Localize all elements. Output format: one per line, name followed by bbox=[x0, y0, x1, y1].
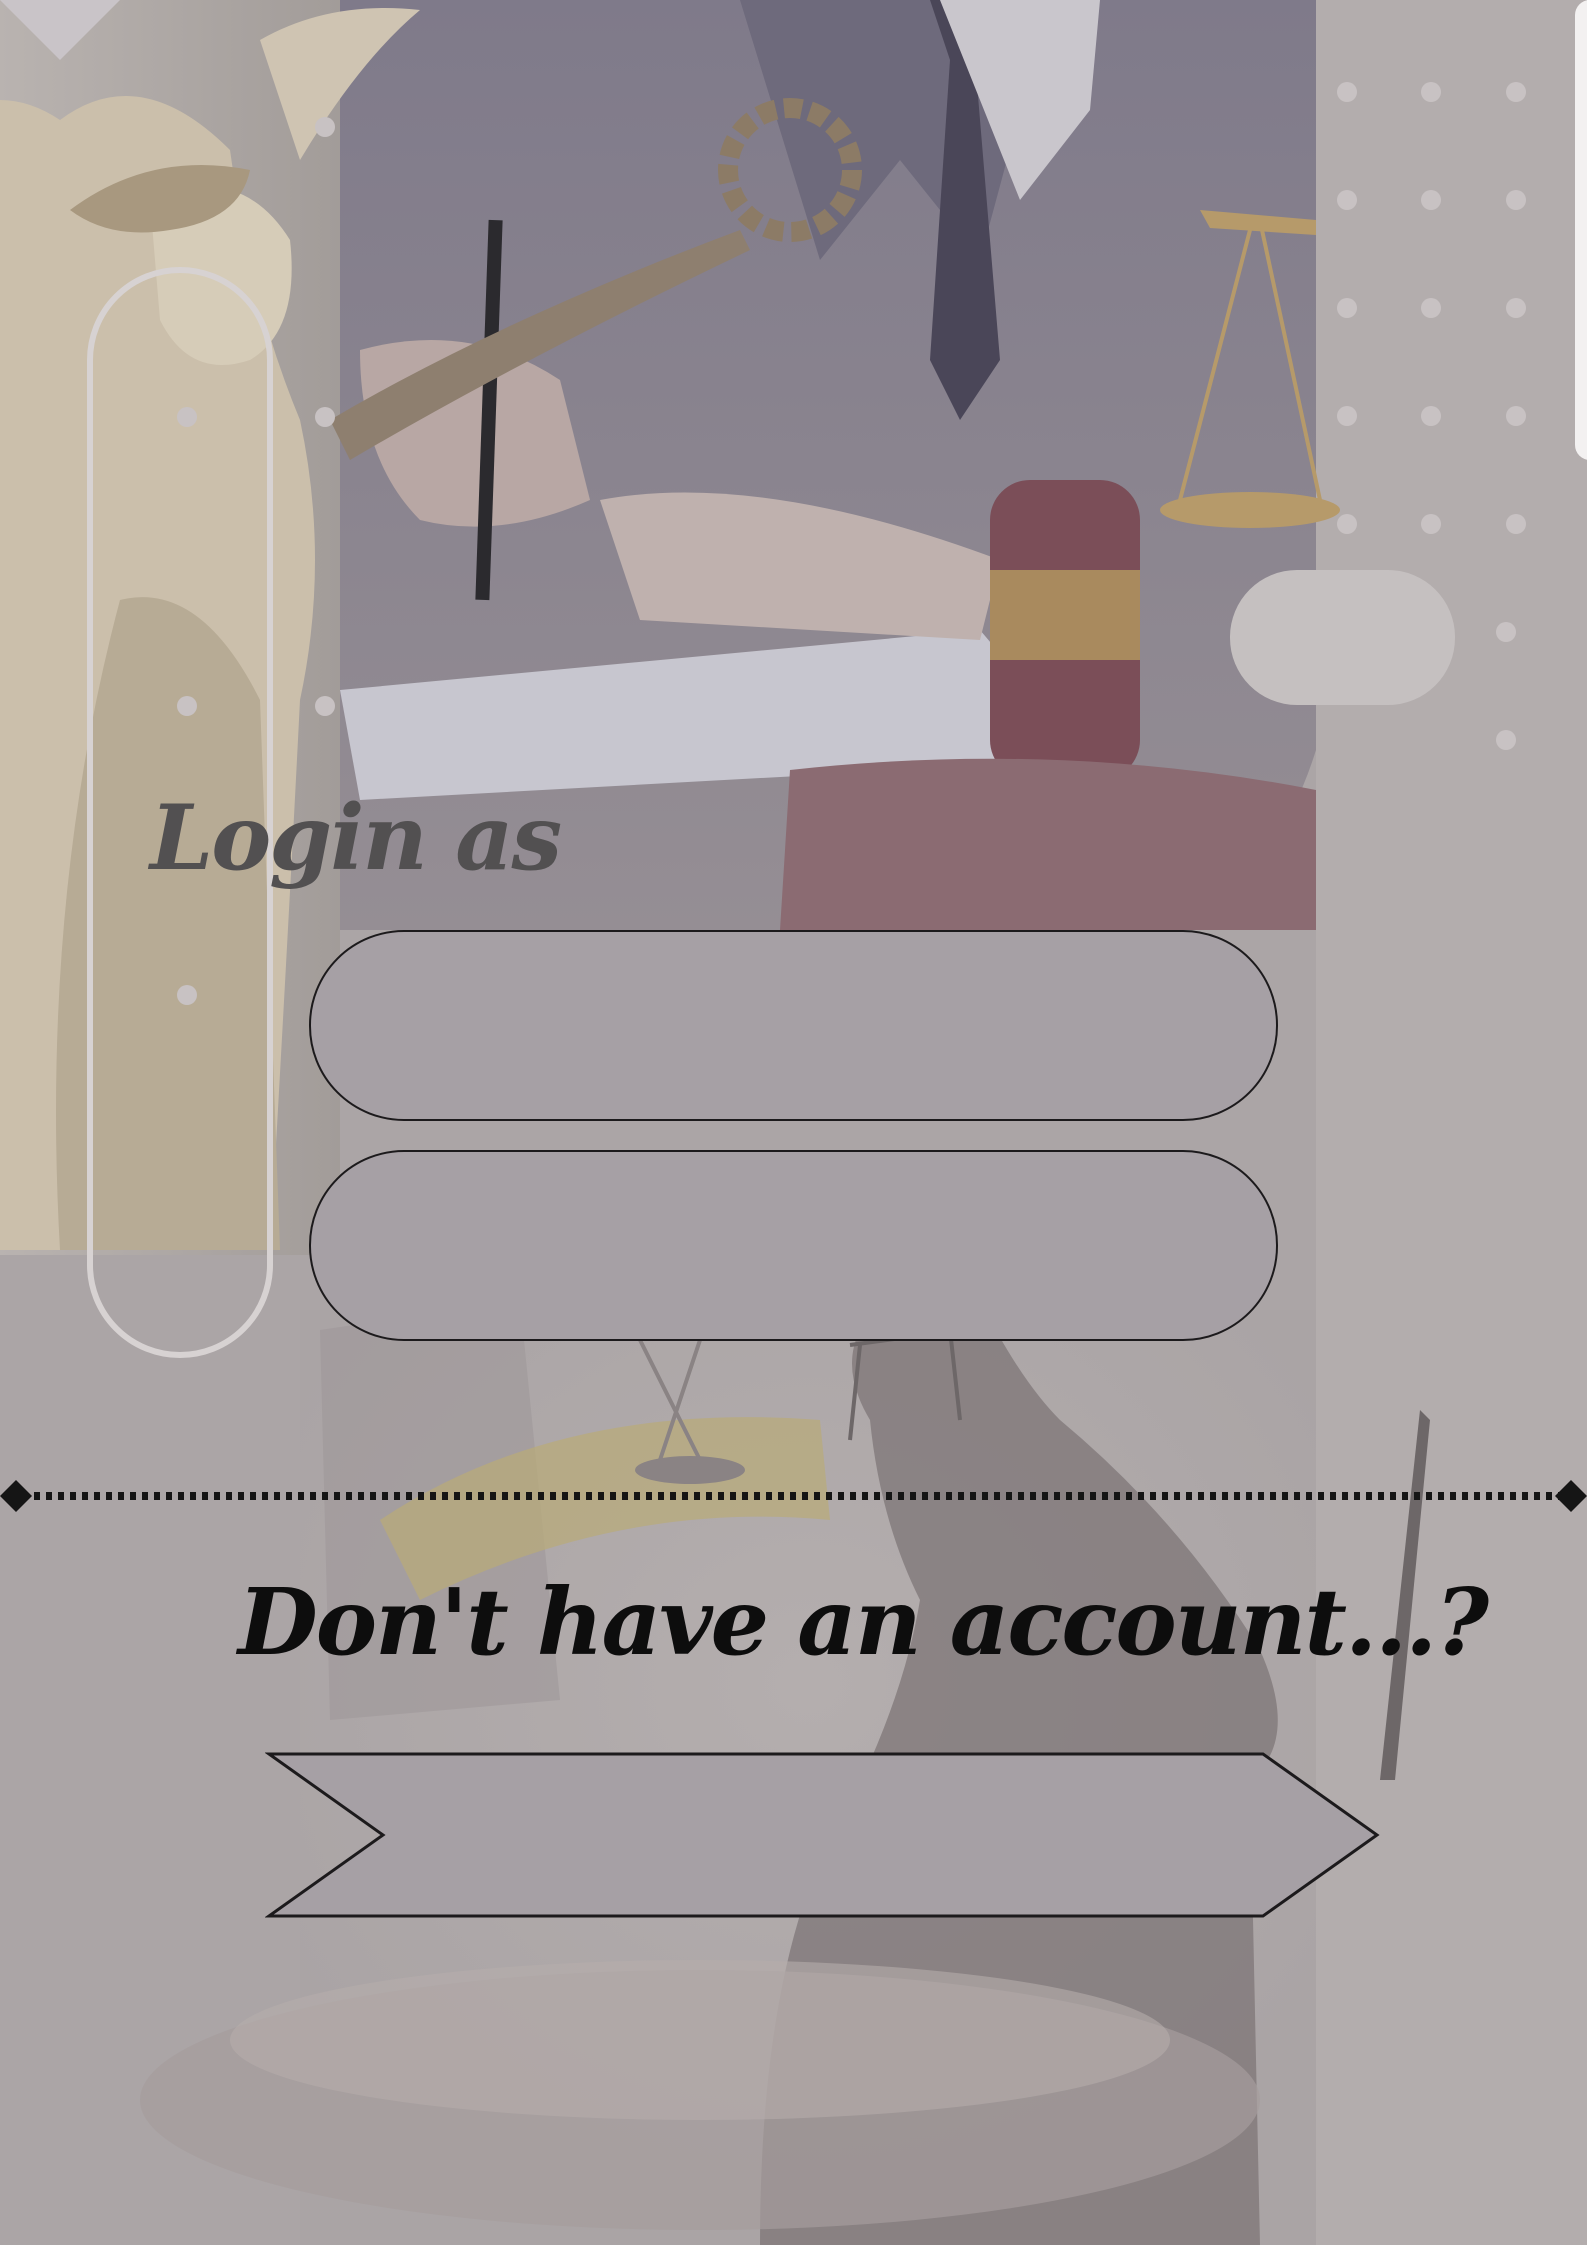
decorative-dot bbox=[1337, 406, 1357, 426]
decorative-dot bbox=[1421, 406, 1441, 426]
decorative-dot bbox=[1506, 514, 1526, 534]
decorative-dot bbox=[1337, 514, 1357, 534]
signup-heading: Don't have an account...? bbox=[238, 1568, 1489, 1676]
decorative-dot bbox=[315, 117, 335, 137]
login-option-button-2[interactable] bbox=[309, 1150, 1278, 1341]
diamond-icon bbox=[1555, 1480, 1587, 1512]
decorative-dot bbox=[177, 407, 197, 427]
decorative-dot bbox=[177, 696, 197, 716]
decorative-dot bbox=[1496, 730, 1516, 750]
login-option-button-1[interactable] bbox=[309, 930, 1278, 1121]
decorative-dot bbox=[1421, 514, 1441, 534]
decorative-dot bbox=[1506, 190, 1526, 210]
signup-button[interactable] bbox=[265, 1750, 1385, 1920]
decorative-dot bbox=[315, 407, 335, 427]
decorative-dot bbox=[1506, 298, 1526, 318]
decorative-dot bbox=[1337, 82, 1357, 102]
dotted-divider bbox=[0, 1480, 1587, 1512]
decorative-dot bbox=[1506, 82, 1526, 102]
decorative-dot bbox=[1421, 190, 1441, 210]
login-heading: Login as bbox=[150, 785, 562, 891]
login-page: Login as Don't have an account...? bbox=[0, 0, 1587, 2245]
decorative-dot bbox=[1506, 406, 1526, 426]
decorative-dot bbox=[1337, 190, 1357, 210]
decorative-dot bbox=[177, 985, 197, 1005]
decorative-dot bbox=[1421, 298, 1441, 318]
diamond-icon bbox=[0, 1480, 32, 1512]
decorative-dot bbox=[1337, 298, 1357, 318]
decorative-dot bbox=[1496, 622, 1516, 642]
decorative-dot bbox=[315, 696, 335, 716]
decorative-dot bbox=[1421, 82, 1441, 102]
